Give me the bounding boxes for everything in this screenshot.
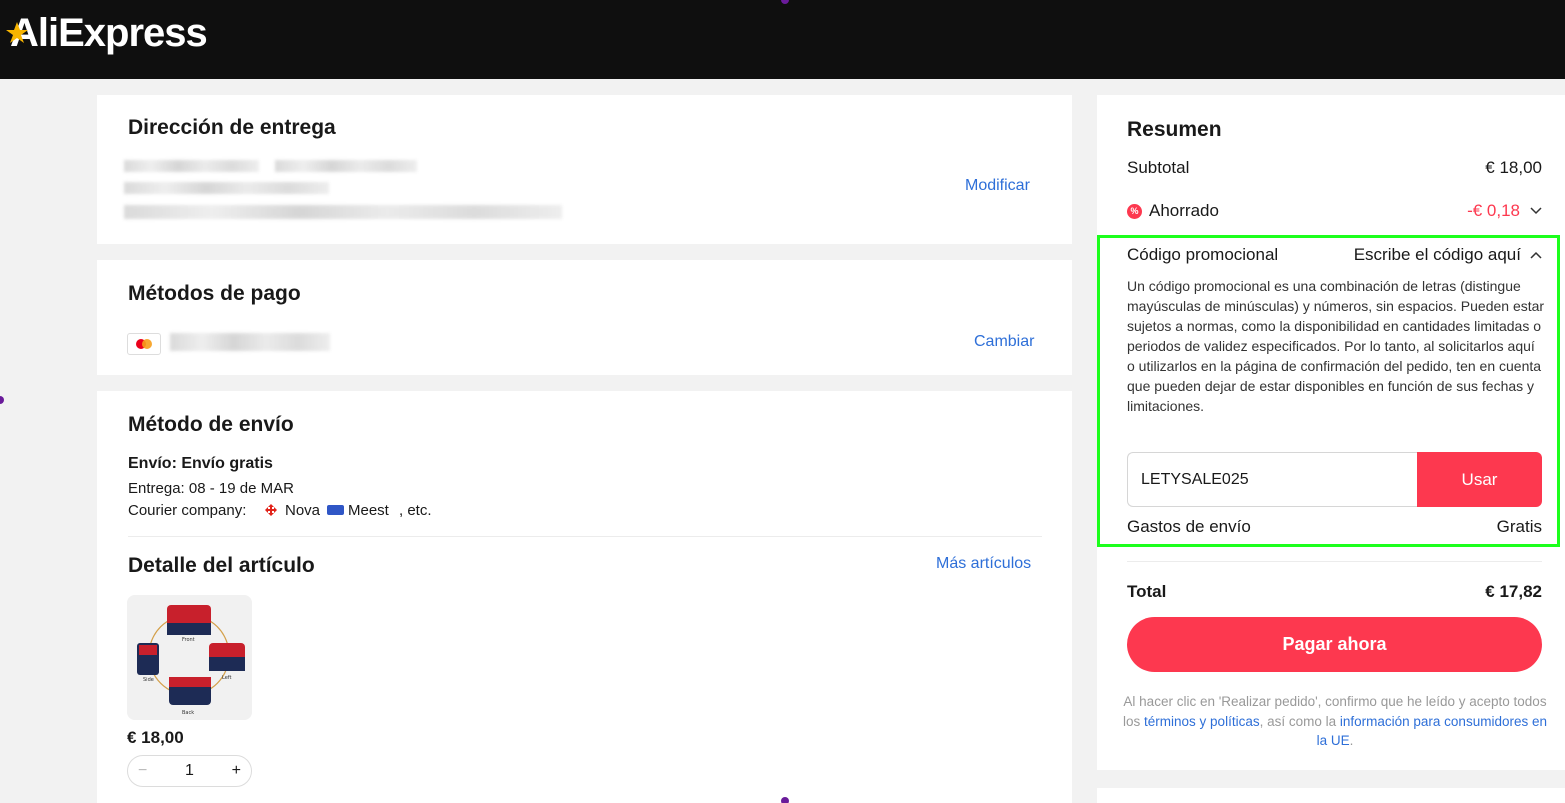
legal-text-end: . — [1349, 733, 1354, 748]
discount-percent-icon: % — [1127, 203, 1142, 219]
promo-highlight-frame — [1097, 235, 1560, 547]
summary-card-below — [1097, 788, 1565, 803]
quantity-value[interactable]: 1 — [185, 762, 194, 780]
img-label-side: Side — [143, 677, 154, 683]
change-payment-link[interactable]: Cambiar — [974, 333, 1034, 351]
more-items-link[interactable]: Más artículos — [936, 555, 1031, 573]
logo-text: AliExpress — [10, 10, 208, 55]
marker-dot — [781, 797, 789, 803]
payment-title: Métodos de pago — [128, 282, 301, 305]
pay-now-button[interactable]: Pagar ahora — [1127, 617, 1542, 672]
product-image[interactable]: Front Side Left Back — [127, 595, 252, 720]
subtotal-row: Subtotal € 18,00 — [1127, 158, 1542, 178]
courier-etc: , etc. — [399, 502, 432, 519]
img-label-back: Back — [182, 710, 194, 716]
saved-value: -€ 0,18 — [1467, 201, 1520, 220]
shipping-title: Método de envío — [128, 413, 294, 436]
courier-meest: Meest — [348, 502, 389, 519]
saved-label: Ahorrado — [1149, 201, 1219, 220]
top-header: AliExpress — [0, 0, 1565, 79]
aliexpress-logo[interactable]: AliExpress — [4, 10, 208, 56]
legal-text-middle: , así como la — [1259, 713, 1337, 729]
subtotal-value: € 18,00 — [1485, 158, 1542, 177]
decrease-button[interactable]: − — [138, 762, 147, 780]
card-number-redacted — [170, 333, 330, 351]
payment-card — [97, 260, 1072, 375]
img-label-front: Front — [182, 637, 195, 643]
address-redacted-line — [275, 160, 417, 172]
saved-row[interactable]: % Ahorrado -€ 0,18 — [1127, 201, 1542, 221]
nova-poshta-icon — [265, 504, 277, 516]
divider — [128, 536, 1042, 537]
legal-notice: Al hacer clic en 'Realizar pedido', conf… — [1120, 692, 1550, 751]
bag-thumbnail-illustration: Front Side Left Back — [127, 595, 252, 720]
address-title: Dirección de entrega — [128, 116, 336, 139]
quantity-stepper: − 1 + — [127, 755, 252, 787]
address-redacted-line — [124, 182, 329, 194]
address-redacted-line — [124, 205, 562, 219]
total-label: Total — [1127, 582, 1167, 601]
logo-star-icon — [6, 22, 28, 43]
increase-button[interactable]: + — [232, 762, 241, 780]
meest-icon — [327, 505, 344, 515]
terms-link[interactable]: términos y políticas — [1144, 714, 1260, 729]
mastercard-icon — [127, 333, 161, 355]
address-redacted-line — [124, 160, 259, 172]
item-detail-title: Detalle del artículo — [128, 554, 315, 577]
modify-address-link[interactable]: Modificar — [965, 177, 1030, 195]
summary-title: Resumen — [1127, 118, 1222, 141]
img-label-left: Left — [222, 675, 231, 681]
item-price: € 18,00 — [127, 728, 184, 747]
subtotal-label: Subtotal — [1127, 158, 1190, 177]
divider — [1127, 561, 1542, 562]
chevron-down-icon[interactable] — [1530, 207, 1542, 215]
courier-label: Courier company: — [128, 502, 247, 519]
delivery-dates: Entrega: 08 - 19 de MAR — [128, 480, 294, 497]
total-row: Total € 17,82 — [1127, 582, 1542, 602]
marker-dot — [0, 396, 4, 404]
shipping-method: Envío: Envío gratis — [128, 455, 273, 472]
courier-nova: Nova — [285, 502, 321, 519]
total-value: € 17,82 — [1485, 582, 1542, 601]
